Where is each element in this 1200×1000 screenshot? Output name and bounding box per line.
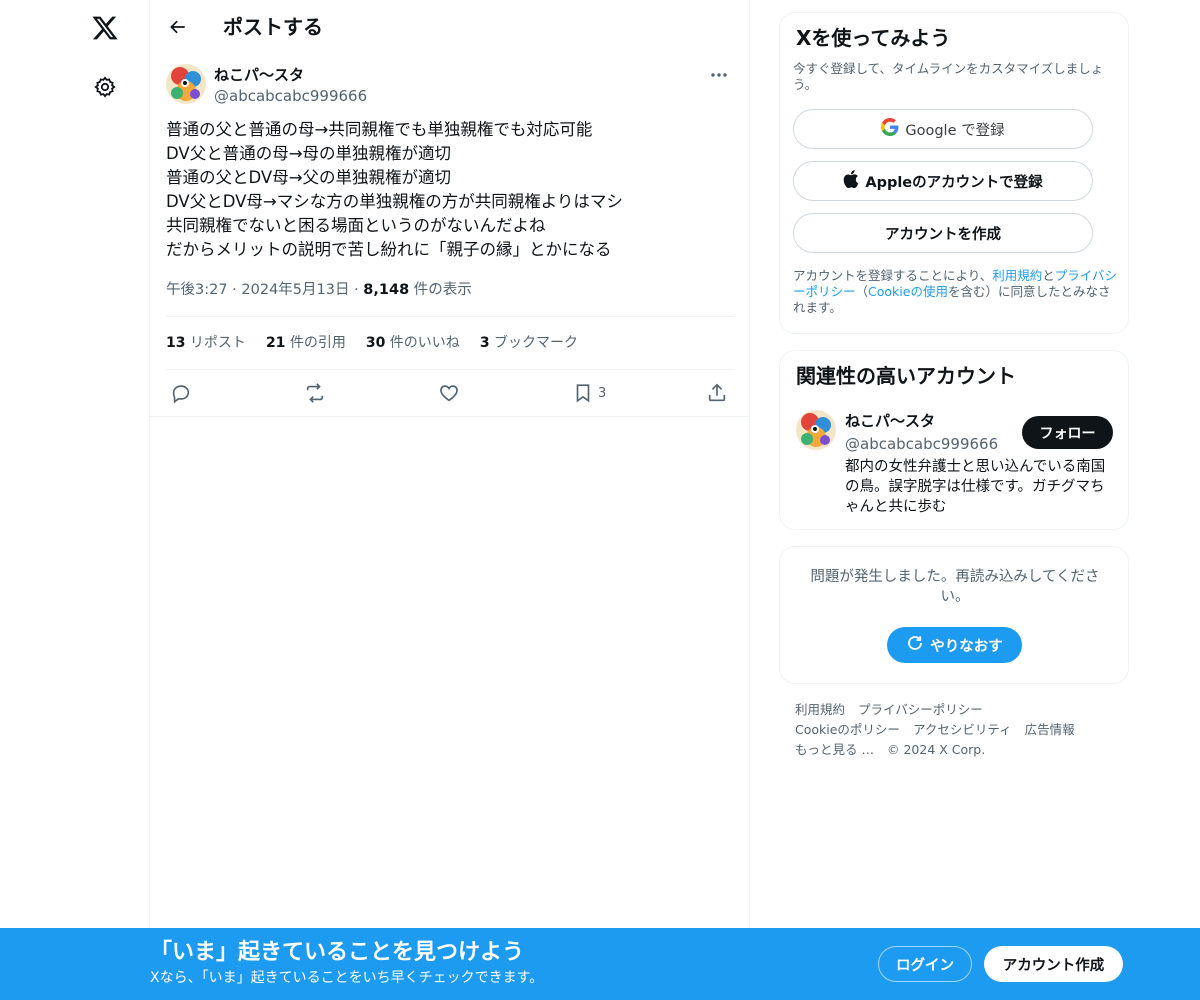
stat-quotes[interactable]: 21 件の引用 — [266, 333, 346, 355]
bookmark-icon[interactable]: 3 — [572, 378, 606, 408]
post-text-line: DV父とDV母→マシな方の単独親権の方が共同親権よりはマシ — [166, 192, 623, 211]
bookmark-count: 3 — [598, 385, 607, 401]
footer-more-link[interactable]: もっと見る … — [795, 740, 874, 760]
post-text: 普通の父と普通の母→共同親権でも単独親権でも対応可能 DV父と普通の母→母の単独… — [166, 118, 736, 262]
stat-reposts[interactable]: 13 リポスト — [166, 333, 246, 355]
stat-number: 21 — [265, 335, 286, 351]
arrow-left-icon[interactable] — [160, 9, 196, 45]
retry-button[interactable]: やりなおす — [887, 627, 1022, 663]
repost-icon[interactable] — [303, 378, 327, 408]
stat-label: ブックマーク — [489, 335, 579, 351]
google-signup-label: Google で登録 — [905, 122, 1005, 139]
divider — [166, 316, 734, 317]
footer-terms-link[interactable]: 利用規約 — [795, 700, 845, 720]
legal-notice: アカウントを登録することにより、利用規約とプライバシーポリシー（Cookieの使… — [793, 268, 1121, 316]
heart-icon[interactable] — [438, 378, 460, 408]
post-text-line: だからメリットの説明で苦し紛れに「親子の縁」とかになる — [166, 240, 612, 259]
post-text-line: DV父と普通の母→母の単独親権が適切 — [166, 144, 452, 163]
x-logo-icon[interactable] — [80, 3, 130, 53]
stat-number: 30 — [365, 335, 386, 351]
terms-link[interactable]: 利用規約 — [992, 268, 1042, 283]
views-count: 8,148 — [363, 282, 410, 298]
apple-icon — [843, 170, 859, 192]
related-account-bio: 都内の女性弁護士と思い込んでいる南国の鳥。誤字脱字は仕様です。ガチグマちゃんと共… — [845, 459, 1106, 515]
stat-label: 件の引用 — [285, 335, 346, 351]
error-card: 問題が発生しました。再読み込みしてください。 やりなおす — [779, 546, 1129, 684]
legal-paren: （ — [855, 284, 869, 299]
legal-and: と — [1042, 268, 1055, 283]
gear-icon[interactable] — [80, 62, 130, 112]
post-text-line: 普通の父と普通の母→共同親権でも単独親権でも対応可能 — [166, 120, 593, 139]
app-root: ポストする ねこパ〜スタ @abcabcabc999666 普通の父と普通の母→… — [0, 0, 1200, 1000]
divider — [150, 416, 750, 417]
signup-subtitle: 今すぐ登録して、タイムラインをカスタマイズしましょう。 — [793, 61, 1104, 92]
post-stats: 13 リポスト 21 件の引用 30 件のいいね 3 ブックマーク — [166, 333, 578, 355]
login-button[interactable]: ログイン — [878, 946, 972, 982]
refresh-icon — [906, 634, 924, 656]
signup-button[interactable]: アカウント作成 — [984, 946, 1123, 982]
views-label: 件の表示 — [409, 282, 472, 298]
post-meta: 午後3:27 · 2024年5月13日 · 8,148 件の表示 — [166, 280, 472, 300]
post-author: ねこパ〜スタ @abcabcabc999666 — [166, 64, 736, 108]
footer-privacy-link[interactable]: プライバシーポリシー — [858, 700, 983, 720]
meta-separator: · — [354, 282, 359, 298]
post-date[interactable]: 2024年5月13日 — [241, 282, 349, 298]
banner-title: 「いま」起きていることを見つけよう — [150, 940, 525, 965]
top-bar: ポストする — [150, 0, 750, 53]
reply-icon[interactable] — [170, 378, 192, 408]
page-title: ポストする — [223, 15, 323, 39]
cookie-link[interactable]: Cookieの使用 — [868, 284, 948, 299]
post-text-line: 共同親権でないと困る場面というのがないんだよね — [166, 216, 546, 235]
stat-label: 件のいいね — [385, 335, 460, 351]
post-actions: 3 — [166, 378, 736, 408]
retry-label: やりなおす — [930, 638, 1003, 655]
related-account-handle[interactable]: @abcabcabc999666 — [845, 434, 998, 454]
follow-button[interactable]: フォロー — [1022, 416, 1113, 449]
google-signup-button[interactable]: Google で登録 — [793, 109, 1093, 149]
error-message: 問題が発生しました。再読み込みしてください。 — [810, 569, 1100, 605]
meta-separator: · — [232, 282, 237, 298]
signup-card: Xを使ってみよう 今すぐ登録して、タイムラインをカスタマイズしましょう。 Goo… — [779, 12, 1129, 334]
stat-bookmarks[interactable]: 3 ブックマーク — [480, 333, 578, 355]
google-icon — [881, 118, 899, 140]
related-accounts-card: 関連性の高いアカウント ねこパ〜スタ @abcabcabc999666 フォロー… — [779, 350, 1129, 530]
footer-copyright: © 2024 X Corp. — [886, 742, 986, 757]
avatar[interactable] — [796, 410, 836, 450]
stat-number: 3 — [479, 335, 490, 351]
author-handle[interactable]: @abcabcabc999666 — [214, 86, 367, 106]
create-account-label: アカウントを作成 — [885, 226, 1001, 243]
apple-signup-button[interactable]: Appleのアカウントで登録 — [793, 161, 1093, 201]
stat-label: リポスト — [185, 335, 246, 351]
legal-prefix: アカウントを登録することにより、 — [793, 268, 993, 283]
main-column: ポストする ねこパ〜スタ @abcabcabc999666 普通の父と普通の母→… — [149, 0, 750, 1000]
footer-ads-link[interactable]: 広告情報 — [1025, 720, 1075, 740]
footer-cookie-link[interactable]: Cookieのポリシー — [795, 720, 900, 740]
post-text-line: 普通の父とDV母→父の単独親権が適切 — [166, 168, 452, 187]
more-horizontal-icon[interactable] — [702, 64, 736, 86]
stat-number: 13 — [166, 335, 186, 351]
share-icon[interactable] — [706, 378, 728, 408]
footer-accessibility-link[interactable]: アクセシビリティ — [913, 720, 1012, 740]
apple-signup-label: Appleのアカウントで登録 — [865, 174, 1043, 191]
divider — [166, 369, 734, 370]
avatar[interactable] — [166, 64, 206, 104]
signup-banner: 「いま」起きていることを見つけよう Xなら、「いま」起きていることをいち早くチェ… — [0, 928, 1200, 1000]
footer-links: 利用規約 プライバシーポリシー Cookieのポリシー アクセシビリティ 広告情… — [795, 700, 1115, 760]
left-nav — [0, 0, 150, 1000]
banner-subtitle: Xなら、「いま」起きていることをいち早くチェックできます。 — [150, 970, 544, 986]
related-card-title: 関連性の高いアカウント — [796, 364, 1016, 388]
create-account-button[interactable]: アカウントを作成 — [793, 213, 1093, 253]
post-time[interactable]: 午後3:27 — [166, 282, 228, 298]
stat-likes[interactable]: 30 件のいいね — [366, 333, 460, 355]
signup-card-title: Xを使ってみよう — [796, 26, 951, 50]
related-account-name[interactable]: ねこパ〜スタ — [845, 411, 935, 431]
author-name[interactable]: ねこパ〜スタ — [214, 65, 304, 85]
